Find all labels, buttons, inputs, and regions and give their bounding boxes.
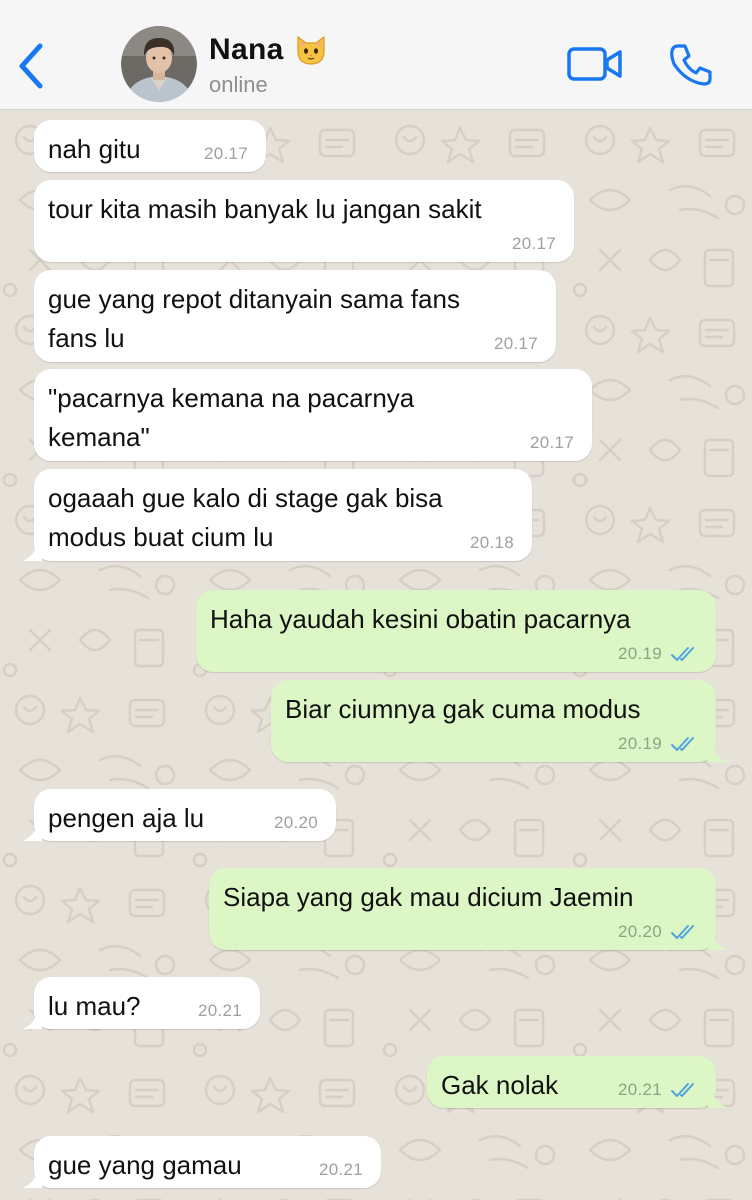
message-text: "pacarnya kemana na pacarnya kemana" (48, 383, 415, 452)
bubble-tail (708, 744, 728, 762)
outgoing-message[interactable]: Biar ciumnya gak cuma modus 20.19 (271, 680, 728, 762)
double-check-icon (671, 647, 694, 661)
bubble-tail (22, 823, 42, 841)
contact-name: Nana (209, 33, 284, 66)
message-timestamp: 20.19 (617, 644, 662, 663)
back-button[interactable] (10, 38, 50, 94)
outgoing-message[interactable]: Haha yaudah kesini obatin pacarnya 20.19 (196, 590, 716, 672)
bubble-tail (708, 932, 728, 950)
incoming-message[interactable]: tour kita masih banyak lu jangan sakit 20… (34, 180, 574, 262)
bubble-tail (22, 1170, 42, 1188)
message-text: tour kita masih banyak lu jangan sakit (48, 194, 482, 224)
incoming-message[interactable]: gue yang repot ditanyain sama fans fans … (34, 270, 556, 362)
incoming-message[interactable]: "pacarnya kemana na pacarnya kemana" 20.1… (34, 369, 592, 461)
bubble-tail (22, 1011, 42, 1029)
incoming-message[interactable]: lu mau? 20.21 (22, 977, 260, 1029)
message-text: Haha yaudah kesini obatin pacarnya (210, 604, 631, 634)
message-timestamp: 20.18 (469, 533, 514, 552)
message-timestamp: 20.17 (493, 334, 538, 353)
chevron-left-icon (19, 43, 43, 89)
chat-area[interactable]: nah gitu 20.17 tour kita masih banyak lu j… (0, 110, 752, 1200)
double-check-icon (671, 1083, 694, 1097)
message-timestamp: 20.21 (318, 1160, 363, 1179)
contact-avatar[interactable] (121, 26, 197, 102)
cat-face-emoji-icon (296, 35, 325, 65)
message-text: Biar ciumnya gak cuma modus (285, 694, 641, 724)
double-check-icon (671, 925, 694, 939)
incoming-message[interactable]: nah gitu 20.17 (34, 120, 266, 172)
message-timestamp: 20.21 (197, 1001, 242, 1020)
message-timestamp: 20.20 (617, 922, 662, 941)
message-timestamp: 20.19 (617, 734, 662, 753)
phone-icon (670, 44, 712, 86)
double-check-icon (671, 737, 694, 751)
message-timestamp: 20.17 (511, 234, 556, 253)
video-camera-icon (567, 47, 622, 81)
message-timestamp: 20.21 (617, 1080, 662, 1099)
message-text: gue yang repot ditanyain sama fans fans … (48, 284, 460, 353)
outgoing-message[interactable]: Gak nolak 20.21 (427, 1056, 728, 1108)
message-text: gue yang gamau (48, 1150, 242, 1180)
incoming-message[interactable]: gue yang gamau 20.21 (22, 1136, 381, 1188)
message-timestamp: 20.17 (529, 433, 574, 452)
message-text: ogaaah gue kalo di stage gak bisa modus … (48, 483, 443, 552)
outgoing-message[interactable]: Siapa yang gak mau dicium Jaemin 20.20 (209, 868, 728, 950)
message-timestamp: 20.20 (273, 813, 318, 832)
message-timestamp: 20.17 (203, 144, 248, 163)
incoming-message[interactable]: pengen aja lu 20.20 (22, 789, 336, 841)
bubble-tail (22, 543, 42, 561)
voice-call-button[interactable] (668, 42, 714, 88)
message-text: Siapa yang gak mau dicium Jaemin (223, 882, 634, 912)
contact-info[interactable]: Nana (209, 30, 328, 70)
bubble-tail (708, 1090, 728, 1108)
incoming-message[interactable]: ogaaah gue kalo di stage gak bisa modus … (22, 469, 532, 561)
chat-header: Nana online (0, 0, 752, 110)
video-call-button[interactable] (566, 44, 624, 84)
contact-status: online (209, 72, 268, 97)
